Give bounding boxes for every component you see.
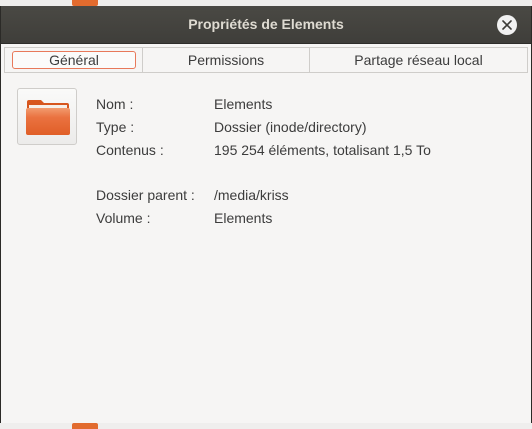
- property-label: Volume :: [96, 210, 151, 226]
- property-label: Contenus :: [96, 142, 164, 158]
- tab-local-network-share[interactable]: Partage réseau local: [310, 48, 527, 72]
- property-label: Dossier parent :: [96, 187, 195, 203]
- property-label: Nom :: [96, 96, 134, 112]
- background-file-list-bottom: [0, 423, 532, 429]
- folder-icon-button[interactable]: [17, 88, 77, 145]
- close-icon: [502, 20, 512, 30]
- window-title: Propriétés de Elements: [188, 16, 344, 32]
- close-button[interactable]: [497, 15, 517, 35]
- properties-dialog: Propriétés de Elements Général Permissio…: [0, 6, 532, 423]
- tab-bar: Général Permissions Partage réseau local: [4, 47, 528, 73]
- property-value: Elements: [214, 96, 273, 112]
- property-value: /media/kriss: [214, 187, 289, 203]
- tab-general-label: Général: [49, 52, 99, 68]
- folder-icon: [72, 423, 98, 429]
- property-value: Elements: [214, 210, 273, 226]
- tab-permissions[interactable]: Permissions: [143, 48, 310, 72]
- tab-general[interactable]: Général: [5, 48, 143, 72]
- property-value: Dossier (inode/directory): [214, 119, 367, 135]
- tab-local-network-share-label: Partage réseau local: [354, 52, 483, 68]
- general-panel: Nom : Elements Type : Dossier (inode/dir…: [1, 74, 531, 423]
- tab-permissions-label: Permissions: [187, 52, 265, 68]
- title-bar[interactable]: Propriétés de Elements: [1, 6, 531, 44]
- folder-icon: [26, 100, 70, 135]
- property-label: Type :: [96, 119, 135, 135]
- property-value: 195 254 éléments, totalisant 1,5 To: [214, 142, 431, 158]
